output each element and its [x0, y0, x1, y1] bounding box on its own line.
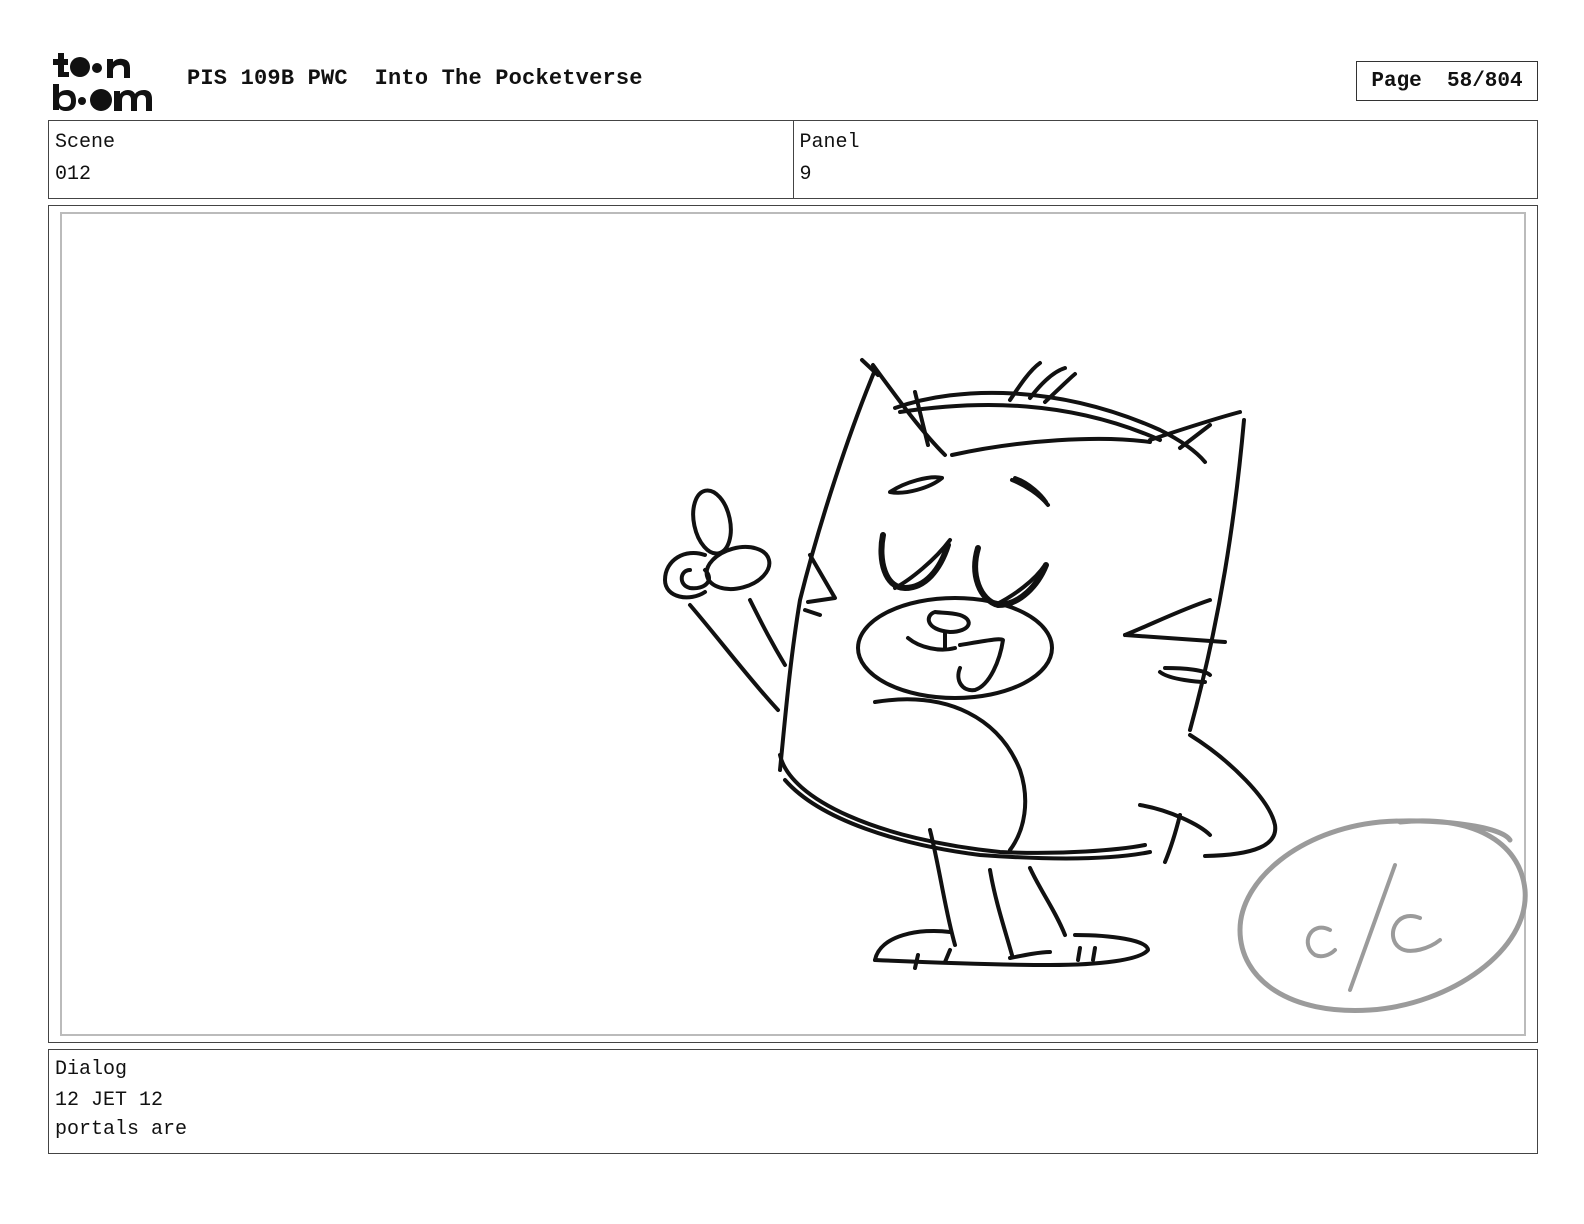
page-indicator: Page 58/804: [1356, 61, 1538, 101]
page-number: 58/804: [1447, 69, 1523, 93]
storyboard-panel-safe-area: [60, 212, 1526, 1036]
scene-cell: Scene 012: [49, 121, 793, 198]
panel-label: Panel: [799, 131, 860, 154]
scene-panel-info: Scene 012 Panel 9: [48, 120, 1538, 199]
scene-label: Scene: [55, 131, 116, 154]
dialog-line-text: portals are: [55, 1118, 188, 1141]
scene-value: 012: [55, 163, 92, 186]
panel-cell: Panel 9: [792, 121, 1538, 198]
toon-boom-logo: [53, 53, 152, 111]
page-label: Page: [1371, 69, 1422, 93]
production-title: PIS 109B PWC Into The Pocketverse: [187, 66, 643, 91]
panel-value: 9: [799, 163, 812, 186]
dialog-box: Dialog 12 JET 12 portals are: [48, 1049, 1538, 1154]
dialog-label: Dialog: [55, 1058, 128, 1081]
dialog-line-speaker: 12 JET 12: [55, 1089, 164, 1112]
